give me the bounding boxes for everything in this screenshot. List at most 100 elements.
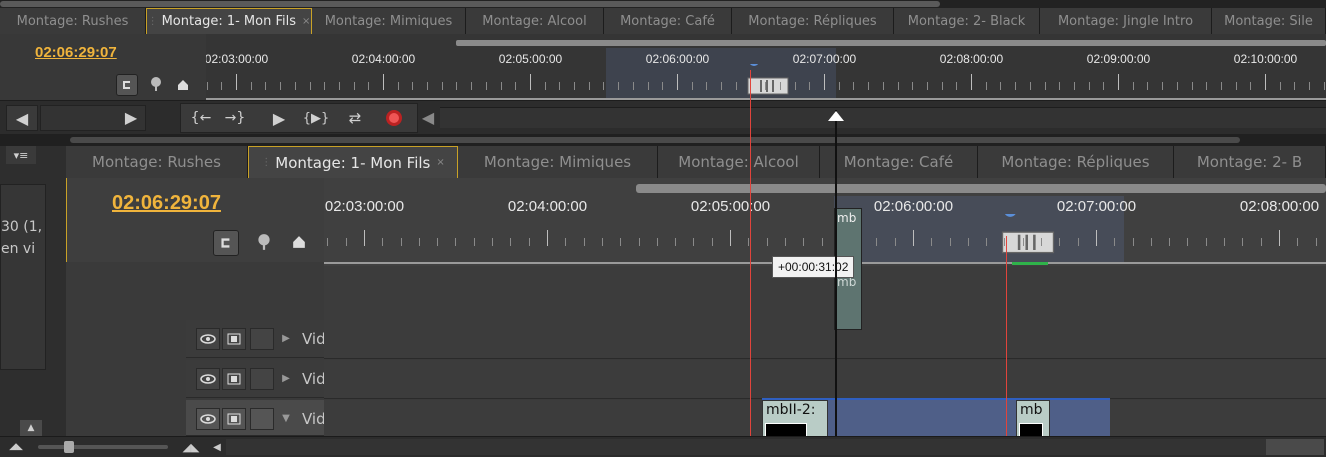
tab-montage-mimiques[interactable]: Montage: Mimiques: [458, 146, 658, 178]
hscroll-track[interactable]: [226, 439, 1266, 455]
top-scrollbar-thumb[interactable]: [0, 1, 940, 7]
film-icon[interactable]: [222, 368, 246, 390]
tab-montage-caf-[interactable]: Montage: Café: [604, 8, 732, 34]
panel-divider[interactable]: [0, 134, 1326, 146]
tab-montage-alcool[interactable]: Montage: Alcool: [466, 8, 604, 34]
eye-icon[interactable]: [196, 328, 220, 350]
top-time-ruler[interactable]: 02:03:00:00 02:04:00:00 02:05:00:00 02:06:0…: [206, 34, 1326, 100]
top-work-area-bar[interactable]: [456, 40, 1326, 46]
ruler-minor-tick: [1324, 82, 1325, 90]
loop-icon[interactable]: ⇄: [341, 108, 369, 128]
marker-icon[interactable]: [253, 230, 275, 254]
playhead-line-black[interactable]: [835, 110, 837, 436]
go-to-out-icon[interactable]: →}: [221, 108, 249, 128]
playhead-handle-icon[interactable]: [828, 106, 844, 125]
track-lane-video-3[interactable]: [324, 320, 1326, 359]
tab-montage-2-black[interactable]: Montage: 2- Black: [894, 8, 1040, 34]
ruler-minor-tick: [692, 82, 693, 90]
track-lock-slot[interactable]: [250, 368, 274, 390]
track-lock-slot[interactable]: [250, 328, 274, 350]
ruler-tick-label: 02:03:00:00: [324, 198, 405, 215]
tab-close-icon[interactable]: ×: [436, 157, 444, 168]
scroll-right-icon[interactable]: ▶: [118, 105, 144, 129]
ruler-minor-tick: [931, 238, 932, 246]
ruler-minor-tick: [895, 238, 896, 246]
tab-montage-2-b[interactable]: Montage: 2- B: [1174, 146, 1326, 178]
ruler-minor-tick: [1114, 238, 1115, 246]
track-headers: ▶ Vidéo 3 ▶ Vidéo 2 ▼ Vidéo 1: [66, 266, 390, 436]
marker-icon[interactable]: [146, 74, 166, 94]
in-point-icon[interactable]: [289, 232, 309, 252]
go-to-in-icon[interactable]: {←: [187, 108, 215, 128]
bottom-playhead-marker-icon[interactable]: [1000, 204, 1056, 262]
zoom-slider-track[interactable]: [38, 445, 168, 449]
ruler-minor-tick: [1045, 82, 1046, 90]
bottom-time-ruler[interactable]: 02:03:00:00 02:04:00:00 02:05:00:00 02:06:0…: [324, 178, 1326, 266]
top-tab-bar: Montage: Rushes ⋮ Montage: 1- Mon Fils × Mon…: [0, 8, 1326, 34]
play-icon[interactable]: ▶: [265, 108, 293, 128]
left-scroll-up-icon[interactable]: ▲: [20, 420, 42, 436]
track-lane-video-2[interactable]: [324, 360, 1326, 399]
ruler-minor-tick: [456, 82, 457, 90]
clip-video1-b[interactable]: mb: [1016, 400, 1050, 438]
ruler-major-tick: [677, 74, 678, 90]
zoom-in-icon[interactable]: ◢◣: [178, 439, 204, 455]
tab-montage-caf-[interactable]: Montage: Café: [820, 146, 978, 178]
eye-icon[interactable]: [196, 408, 220, 430]
top-playhead-marker-icon[interactable]: [746, 56, 790, 100]
ruler-minor-tick: [803, 238, 804, 246]
collapse-arrow-icon[interactable]: ▼: [280, 410, 292, 426]
tab-montage-alcool[interactable]: Montage: Alcool: [658, 146, 820, 178]
bottom-timecode[interactable]: 02:06:29:07: [112, 192, 221, 215]
hscroll-left-icon[interactable]: ◀: [210, 439, 224, 455]
expand-arrow-icon[interactable]: ▶: [280, 370, 292, 386]
clip-video1-a[interactable]: mbII-2:: [762, 400, 828, 438]
top-scrollbar[interactable]: [0, 0, 1326, 8]
tab-montage-mimiques[interactable]: Montage: Mimiques: [312, 8, 466, 34]
panel-scrollbar-thumb[interactable]: [70, 137, 1240, 143]
bottom-work-area-bar[interactable]: [636, 184, 1326, 193]
ruler-minor-tick: [368, 82, 369, 90]
ruler-minor-tick: [419, 238, 420, 246]
shuttle-left-icon[interactable]: ◀: [420, 107, 436, 127]
ruler-minor-tick: [721, 82, 722, 90]
ruler-minor-tick: [1309, 82, 1310, 90]
clip-thumbnail: [1019, 423, 1043, 437]
record-icon[interactable]: [383, 107, 405, 129]
tab-montage-r-pliques[interactable]: Montage: Répliques: [978, 146, 1174, 178]
ruler-minor-tick: [1316, 238, 1317, 246]
ruler-minor-tick: [1151, 238, 1152, 246]
tab-close-icon[interactable]: ×: [302, 16, 310, 27]
snap-icon[interactable]: [116, 74, 138, 96]
eye-icon[interactable]: [196, 368, 220, 390]
tab-montage-1-mon-fils[interactable]: ⋮ Montage: 1- Mon Fils ×: [248, 146, 458, 178]
ruler-minor-tick: [1206, 82, 1207, 90]
ruler-minor-tick: [1030, 82, 1031, 90]
play-in-to-out-icon[interactable]: {▶}: [299, 108, 333, 128]
zoom-slider-thumb[interactable]: [64, 441, 74, 453]
tab-montage-r-pliques[interactable]: Montage: Répliques: [732, 8, 894, 34]
ruler-minor-tick: [1089, 82, 1090, 90]
tab-montage-1-mon-fils[interactable]: ⋮ Montage: 1- Mon Fils ×: [146, 8, 312, 34]
tab-montage-rushes[interactable]: Montage: Rushes: [66, 146, 248, 178]
tab-montage-jingle-intro[interactable]: Montage: Jingle Intro: [1040, 8, 1212, 34]
shuttle-track[interactable]: [440, 107, 1326, 128]
scroll-left-icon[interactable]: ◀: [6, 105, 38, 131]
ruler-minor-tick: [1250, 82, 1251, 90]
panel-menu-icon[interactable]: ▾≡: [6, 146, 36, 164]
tab-montage-rushes[interactable]: Montage: Rushes: [0, 8, 146, 34]
tab-montage-sile[interactable]: Montage: Sile: [1212, 8, 1326, 34]
playhead-line-red-b: [1006, 236, 1007, 436]
zoom-out-icon[interactable]: ◢◣: [8, 439, 24, 455]
film-icon[interactable]: [222, 408, 246, 430]
ruler-major-tick: [730, 230, 731, 246]
top-timecode[interactable]: 02:06:29:07: [35, 44, 117, 61]
track-lock-slot[interactable]: [250, 408, 274, 430]
expand-arrow-icon[interactable]: ▶: [280, 330, 292, 346]
ruler-minor-tick: [968, 238, 969, 246]
film-icon[interactable]: [222, 328, 246, 350]
snap-icon[interactable]: [213, 230, 239, 256]
hscroll-thumb[interactable]: [1266, 439, 1324, 455]
ruler-minor-tick: [1224, 238, 1225, 246]
in-point-icon[interactable]: [174, 76, 192, 94]
